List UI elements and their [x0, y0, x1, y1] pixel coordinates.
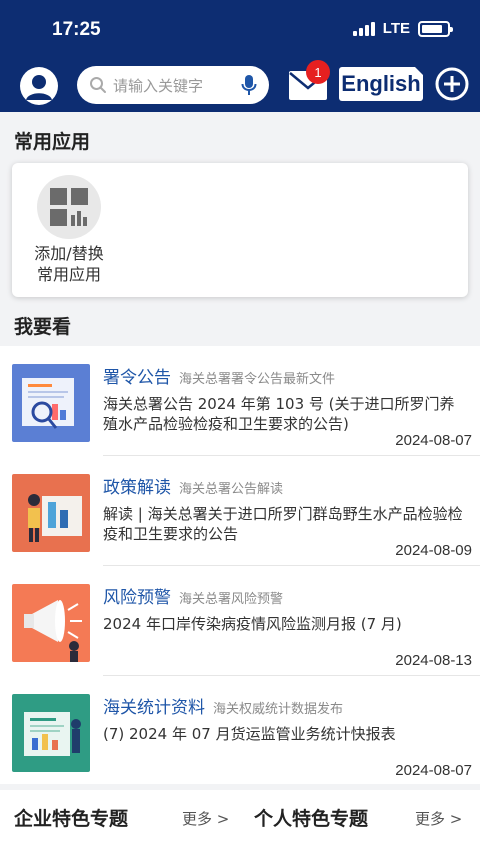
search-icon [90, 77, 106, 93]
common-apps-title: 常用应用 [14, 131, 91, 153]
item-date: 2024-08-07 [395, 432, 472, 449]
list-item[interactable]: 政策解读 海关总署公告解读 解读 | 海关总署关于进口所罗门群岛野生水产品检验检疫… [0, 456, 480, 566]
signal-icon [352, 21, 375, 36]
enterprise-more-link[interactable]: 更多 > [182, 808, 229, 829]
item-date: 2024-08-13 [395, 652, 472, 669]
item-category[interactable]: 政策解读 海关总署公告解读 [103, 473, 283, 498]
user-avatar[interactable] [20, 67, 58, 105]
common-apps-card: 添加/替换 常用应用 [12, 163, 468, 297]
item-category[interactable]: 署令公告 海关总署署令公告最新文件 [103, 363, 335, 388]
policy-thumbnail [12, 474, 90, 552]
item-date: 2024-08-07 [395, 762, 472, 779]
search-input[interactable]: 请输入关键字 [113, 75, 241, 96]
enterprise-topics-title: 企业特色专题 [14, 808, 129, 830]
item-subtitle: 海关总署风险预警 [179, 592, 284, 607]
risk-warning-thumbnail [12, 584, 90, 662]
watch-section-title: 我要看 [14, 316, 72, 338]
item-subtitle: 海关总署署令公告最新文件 [179, 372, 336, 387]
item-category[interactable]: 海关统计资料 海关权威统计数据发布 [103, 693, 343, 718]
personal-topics-title: 个人特色专题 [254, 808, 369, 830]
statistics-thumbnail [12, 694, 90, 772]
status-time: 17:25 [52, 19, 101, 40]
app-label-line2: 常用应用 [36, 265, 101, 284]
list-item[interactable]: 风险预警 海关总署风险预警 2024 年口岸传染病疫情风险监测月报 (7 月) 2… [0, 566, 480, 676]
item-subtitle: 海关总署公告解读 [179, 482, 284, 497]
personal-more-link[interactable]: 更多 > [415, 808, 462, 829]
list-item[interactable]: 署令公告 海关总署署令公告最新文件 海关总署公告 2024 年第 103 号 (关… [0, 346, 480, 456]
special-topics-bar: 企业特色专题 更多 > 个人特色专题 更多 > [0, 784, 480, 853]
item-date: 2024-08-09 [395, 542, 472, 559]
app-label-line1: 添加/替换 [34, 244, 104, 263]
search-bar[interactable]: 请输入关键字 [77, 66, 269, 104]
item-title[interactable]: (7) 2024 年 07 月货运监管业务统计快报表 [103, 724, 468, 744]
item-title[interactable]: 海关总署公告 2024 年第 103 号 (关于进口所罗门养殖水产品检验检疫和卫… [103, 394, 468, 434]
grid-chart-icon [37, 175, 101, 239]
add-circle-icon[interactable] [435, 67, 469, 101]
item-title[interactable]: 2024 年口岸传染病疫情风险监测月报 (7 月) [103, 614, 468, 634]
announcement-thumbnail [12, 364, 90, 442]
language-switch-button[interactable]: English [339, 67, 423, 101]
list-item[interactable]: 海关统计资料 海关权威统计数据发布 (7) 2024 年 07 月货运监管业务统计… [0, 676, 480, 786]
item-category[interactable]: 风险预警 海关总署风险预警 [103, 583, 283, 608]
network-type: LTE [382, 20, 410, 37]
corner-mark [415, 67, 423, 75]
microphone-icon[interactable] [241, 74, 257, 96]
message-count-badge: 1 [306, 60, 330, 84]
language-label: English [341, 71, 421, 96]
item-title[interactable]: 解读 | 海关总署关于进口所罗门群岛野生水产品检验检疫和卫生要求的公告 [103, 504, 468, 544]
watch-list: 署令公告 海关总署署令公告最新文件 海关总署公告 2024 年第 103 号 (关… [0, 346, 480, 784]
add-replace-app-tile[interactable]: 添加/替换 常用应用 [26, 175, 112, 285]
top-bar: 17:25 LTE 请输入关键字 1 English [0, 0, 480, 112]
status-icons: LTE [352, 20, 453, 37]
user-icon [26, 75, 52, 100]
item-subtitle: 海关权威统计数据发布 [213, 702, 344, 717]
battery-icon [418, 20, 453, 37]
